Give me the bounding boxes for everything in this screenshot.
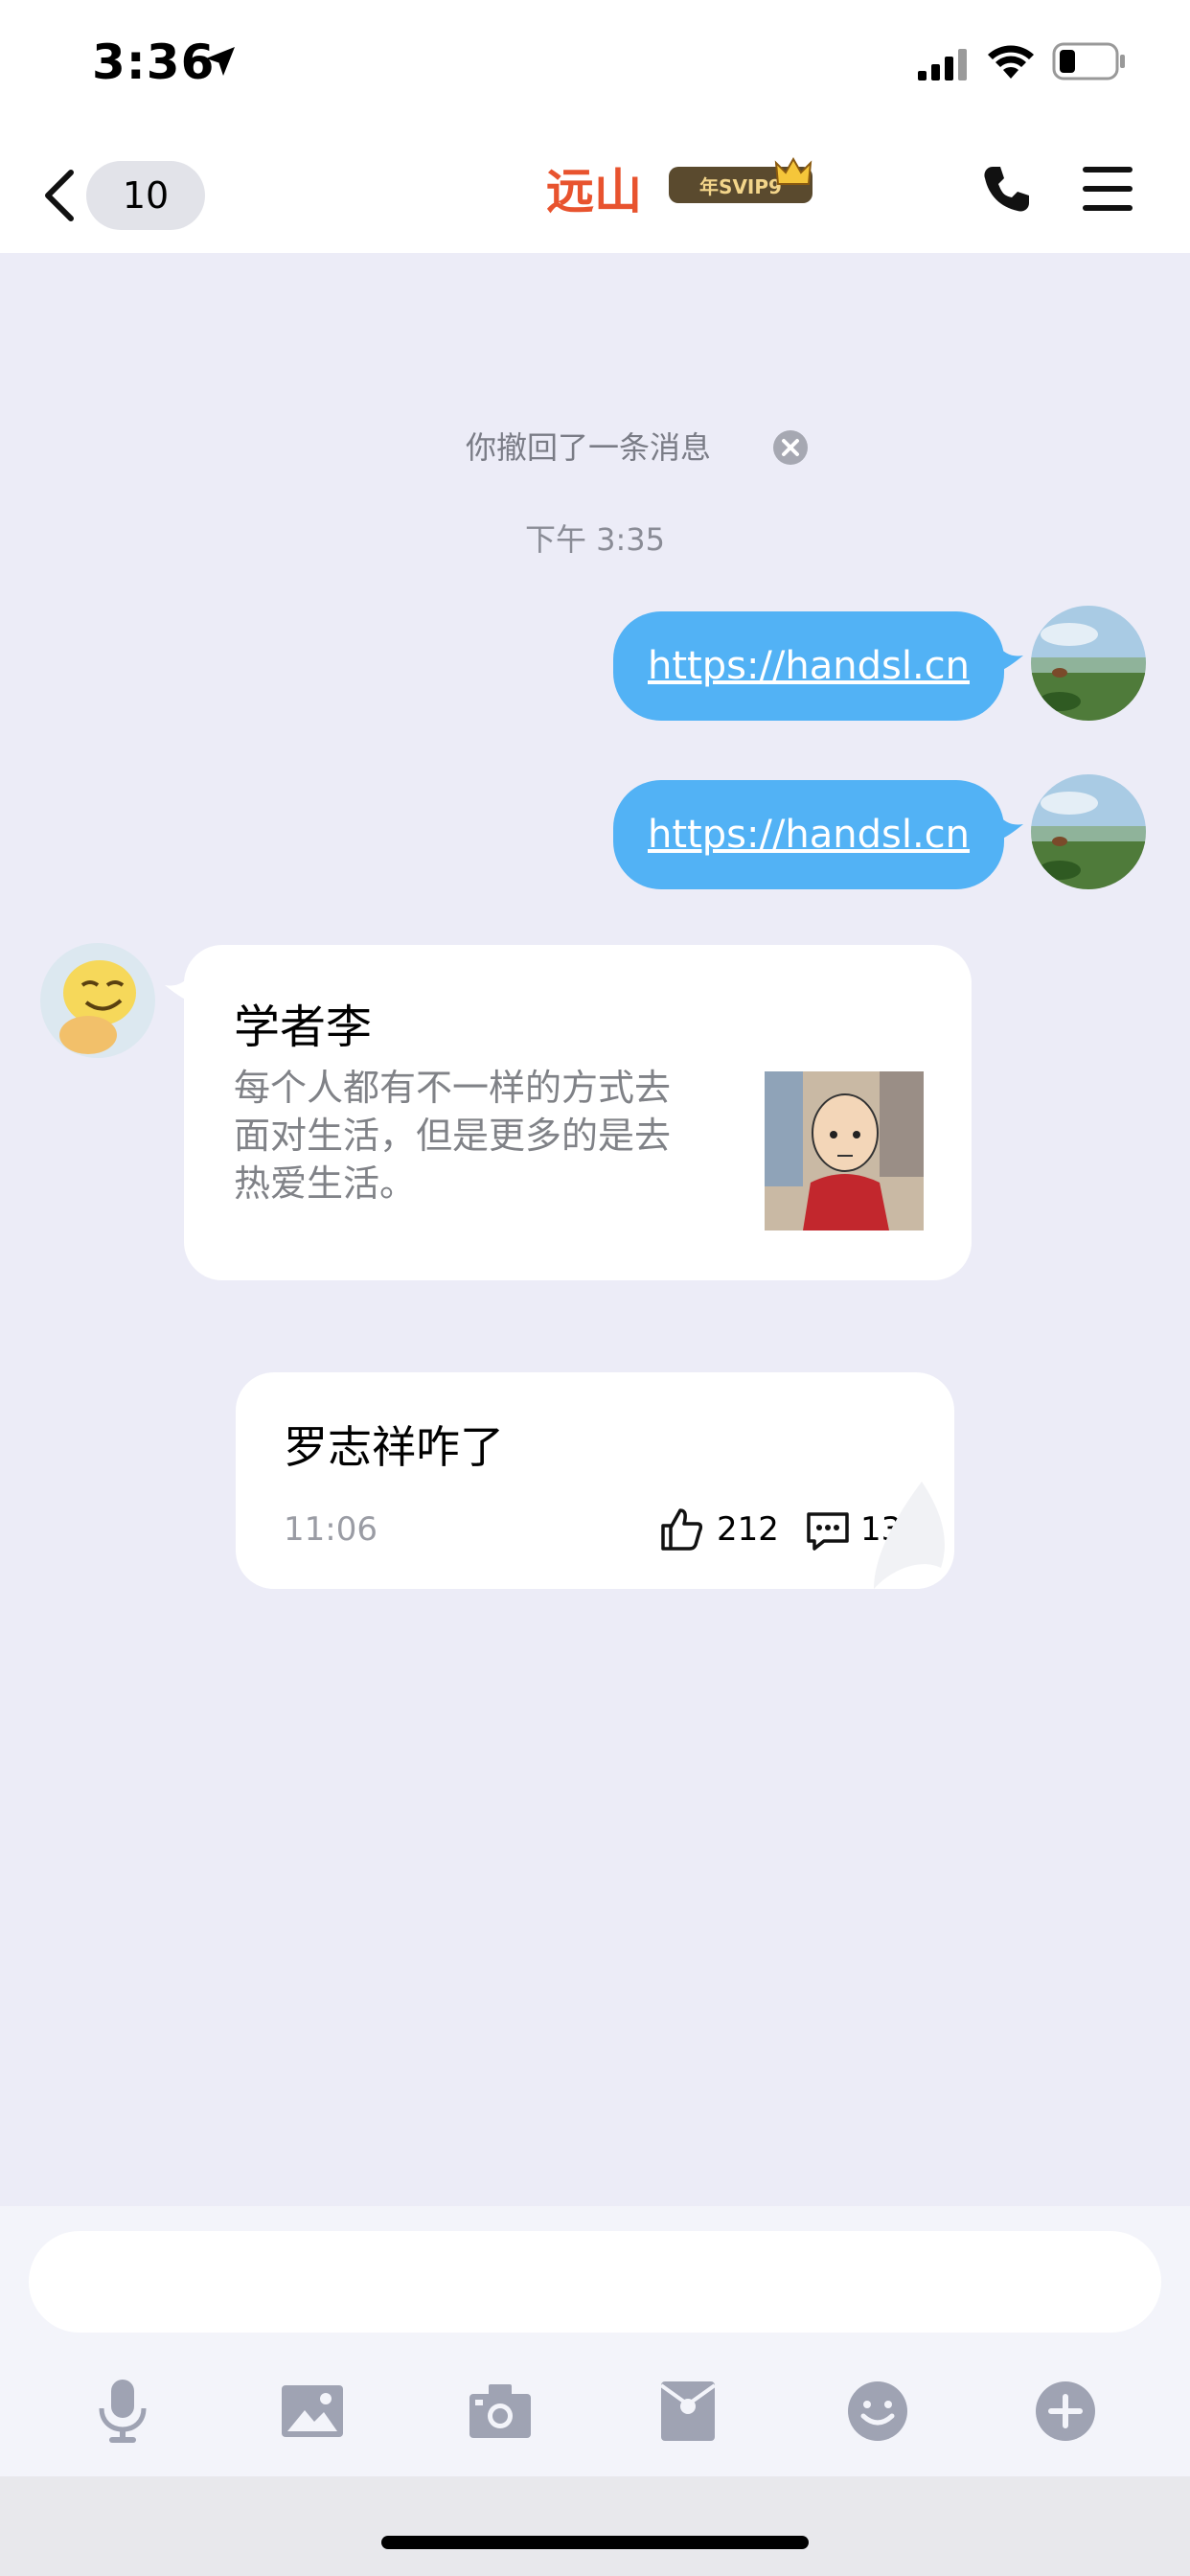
- nav-bar: 10 远山 年SVIP9: [0, 126, 1190, 253]
- more-button[interactable]: [1025, 2371, 1106, 2451]
- status-bar: 3:36: [0, 0, 1190, 126]
- cartoon-character-image: [765, 1071, 924, 1230]
- voice-button[interactable]: [82, 2371, 163, 2451]
- close-icon[interactable]: [772, 429, 809, 466]
- comment-icon[interactable]: [805, 1510, 851, 1552]
- card-title: 学者李: [234, 1000, 373, 1054]
- avatar-landscape-image: [1031, 606, 1146, 721]
- message-link[interactable]: https://handsl.cn: [648, 644, 970, 688]
- plus-icon: [1036, 2381, 1095, 2441]
- emoji-button[interactable]: [837, 2371, 918, 2451]
- post-text: 罗志祥咋了: [284, 1421, 504, 1473]
- thumbs-up-icon[interactable]: [657, 1506, 703, 1552]
- location-arrow-icon: [206, 47, 235, 76]
- shared-card[interactable]: 学者李 每个人都有不一样的方式去面对生活，但是更多的是去热爱生活。: [184, 945, 972, 1280]
- image-button[interactable]: [272, 2371, 353, 2451]
- status-time: 3:36: [92, 34, 216, 90]
- bubble-tail: [996, 644, 1023, 673]
- contact-avatar[interactable]: [40, 943, 155, 1058]
- avatar-cartoon-image: [40, 943, 155, 1058]
- bubble-tail: [996, 813, 1023, 841]
- card-description: 每个人都有不一样的方式去面对生活，但是更多的是去热爱生活。: [234, 1067, 672, 1205]
- message-link[interactable]: https://handsl.cn: [648, 813, 970, 857]
- my-avatar[interactable]: [1031, 606, 1146, 721]
- wifi-icon: [988, 45, 1034, 79]
- emoji-icon: [848, 2381, 907, 2441]
- menu-icon[interactable]: [1081, 165, 1134, 213]
- message-input[interactable]: [29, 2231, 1161, 2333]
- post-card[interactable]: 罗志祥咋了 11:06 212 13: [236, 1372, 954, 1589]
- cellular-signal-icon: [918, 49, 967, 80]
- red-packet-icon: [659, 2381, 717, 2441]
- image-icon: [282, 2385, 343, 2437]
- crown-icon: [774, 156, 812, 185]
- like-count: 212: [717, 1510, 779, 1549]
- card-thumbnail: [765, 1071, 924, 1230]
- post-time: 11:06: [284, 1510, 378, 1549]
- battery-icon: [1052, 42, 1125, 80]
- mic-icon: [99, 2380, 147, 2443]
- phone-icon[interactable]: [981, 163, 1033, 215]
- recall-notice: 你撤回了一条消息: [466, 429, 712, 466]
- unread-count-badge: 10: [86, 161, 205, 230]
- message-timestamp: 下午 3:35: [524, 521, 666, 558]
- back-button[interactable]: 10: [42, 161, 205, 230]
- chevron-left-icon: [45, 170, 74, 221]
- chat-title[interactable]: 远山: [546, 153, 642, 222]
- my-avatar[interactable]: [1031, 774, 1146, 889]
- feather-watermark-icon: [874, 1482, 945, 1589]
- outgoing-message-bubble[interactable]: https://handsl.cn: [613, 780, 1004, 889]
- outgoing-message-bubble[interactable]: https://handsl.cn: [613, 611, 1004, 721]
- avatar-landscape-image: [1031, 774, 1146, 889]
- red-packet-button[interactable]: [648, 2371, 728, 2451]
- home-indicator[interactable]: [381, 2536, 809, 2549]
- camera-icon: [469, 2384, 531, 2438]
- camera-button[interactable]: [460, 2371, 540, 2451]
- home-indicator-area: [0, 2476, 1190, 2576]
- input-panel: [0, 2206, 1190, 2476]
